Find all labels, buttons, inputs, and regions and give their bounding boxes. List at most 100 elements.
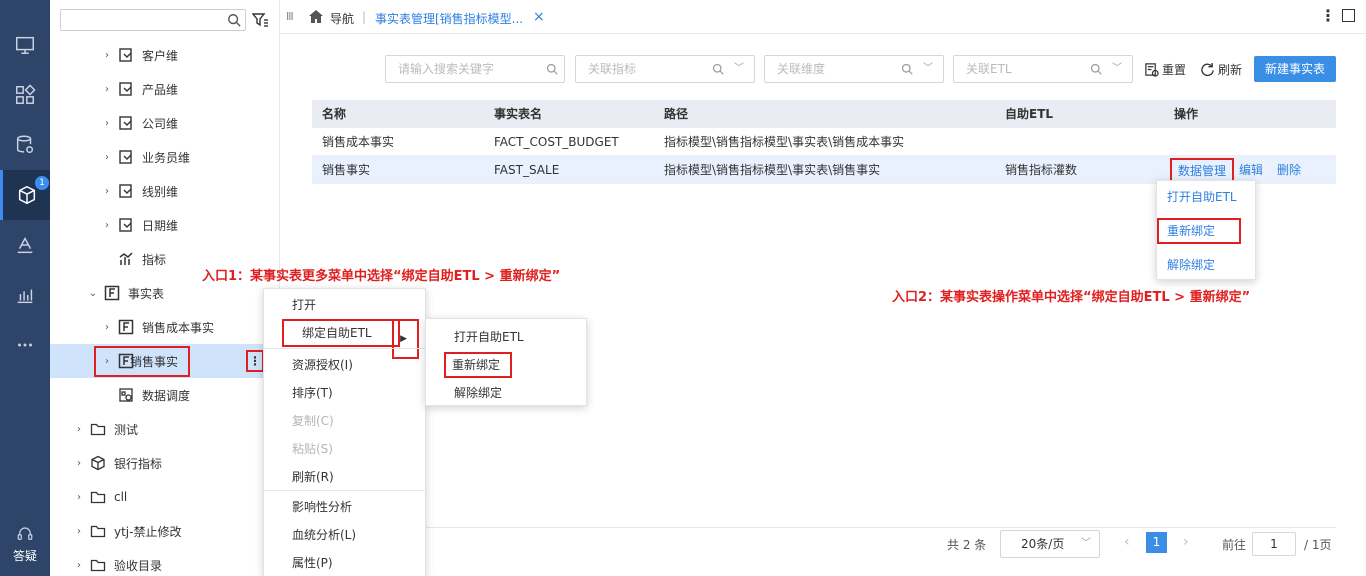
tree-item-label: 销售成本事实 <box>142 320 215 335</box>
prev-page-button[interactable]: ‹ <box>1124 534 1130 550</box>
dimension-select[interactable]: 关联维度 ﹀ <box>764 55 944 83</box>
menu-item-paste: 粘贴(S) <box>292 442 333 456</box>
tree-item-label: 公司维 <box>142 116 179 131</box>
tree-item[interactable]: › 验收目录 <box>50 548 279 576</box>
search-icon[interactable] <box>227 13 241 27</box>
search-icon[interactable] <box>546 63 558 75</box>
fact-table-icon <box>118 319 134 335</box>
chevron-down-icon: ﹀ <box>734 63 744 74</box>
tree-search-input[interactable] <box>60 9 246 31</box>
tree-item[interactable]: › 日期维 <box>50 208 279 242</box>
chevron-icon[interactable]: › <box>102 50 112 61</box>
chevron-icon[interactable]: › <box>102 322 112 333</box>
chevron-icon[interactable]: › <box>102 152 112 163</box>
table-header: 名称 事实表名 路径 自助ETL 操作 <box>312 100 1336 128</box>
tree-item-label: 事实表 <box>128 286 165 301</box>
tree-item[interactable]: › cll <box>50 480 279 514</box>
indicator-icon <box>118 251 134 267</box>
indicator-select[interactable]: 关联指标 ﹀ <box>575 55 755 83</box>
column-header: 操作 <box>1174 107 1199 121</box>
chevron-icon[interactable]: › <box>74 492 84 503</box>
tree-item[interactable]: › 公司维 <box>50 106 279 140</box>
menu-item-authorize[interactable]: 资源授权(I) <box>264 351 425 379</box>
chevron-icon[interactable]: › <box>102 186 112 197</box>
new-fact-table-button[interactable]: 新建事实表 <box>1254 56 1336 82</box>
tree-item-label: 银行指标 <box>114 456 163 471</box>
monitor-icon[interactable] <box>0 20 50 70</box>
chevron-icon[interactable]: › <box>74 560 84 571</box>
dashboard-icon[interactable] <box>0 70 50 120</box>
page-size-select[interactable]: 20条/页 ﹀ <box>1000 530 1100 558</box>
menu-item-lineage-analysis[interactable]: 血统分析(L) <box>264 521 425 549</box>
menu-item-open[interactable]: 打开 <box>264 291 425 319</box>
tree-item[interactable]: › 客户维 <box>50 38 279 72</box>
chevron-icon[interactable]: › <box>102 118 112 129</box>
chevron-icon[interactable]: › <box>74 424 84 435</box>
delete-link[interactable]: 删除 <box>1277 156 1301 184</box>
dimension-icon <box>118 81 134 97</box>
bar-chart-icon[interactable] <box>0 270 50 320</box>
menu-item-refresh[interactable]: 刷新(R) <box>264 463 425 491</box>
chevron-icon[interactable]: › <box>74 458 84 469</box>
tree-item[interactable]: › ytj-禁止修改 <box>50 514 279 548</box>
dimension-icon <box>118 183 134 199</box>
tree-item[interactable]: › 销售成本事实 <box>50 310 279 344</box>
etl-select[interactable]: 关联ETL ﹀ <box>953 55 1133 83</box>
chevron-icon[interactable]: ⌄ <box>88 288 98 299</box>
tree-item[interactable]: › 银行指标 <box>50 446 279 480</box>
home-icon[interactable] <box>308 9 324 25</box>
more-options-icon[interactable]: ⋮ <box>246 350 264 372</box>
dimension-icon <box>118 149 134 165</box>
menu-item-rebind[interactable]: 重新绑定 <box>1157 217 1255 245</box>
cube-icon[interactable]: 1 <box>0 170 50 220</box>
close-tab-icon[interactable]: × <box>533 9 545 25</box>
next-page-button[interactable]: › <box>1183 534 1189 550</box>
grip-icon[interactable]: III <box>286 10 294 23</box>
layers-icon[interactable] <box>0 220 50 270</box>
tree-item-label: cll <box>114 490 128 504</box>
more-horizontal-icon[interactable] <box>0 320 50 370</box>
filter-icon[interactable] <box>252 12 268 28</box>
page-number-current[interactable]: 1 <box>1146 532 1167 553</box>
chevron-icon[interactable]: › <box>74 526 84 537</box>
database-icon[interactable] <box>0 120 50 170</box>
menu-item-sort[interactable]: 排序(T) <box>264 379 425 407</box>
menu-item-unbind[interactable]: 解除绑定 <box>1157 251 1255 279</box>
tab-fact-table-mgmt[interactable]: 事实表管理[销售指标模型... <box>375 10 523 27</box>
folder-icon <box>90 489 106 505</box>
menu-item-impact-analysis[interactable]: 影响性分析 <box>264 493 425 521</box>
reset-button[interactable]: 重置 <box>1144 61 1186 78</box>
search-icon <box>712 63 724 75</box>
tree-item[interactable]: › 销售事实 ⋮ <box>50 344 279 378</box>
goto-page-input[interactable]: 1 <box>1252 532 1296 556</box>
maximize-icon[interactable] <box>1342 9 1355 22</box>
submenu-item-unbind[interactable]: 解除绑定 <box>426 379 586 407</box>
help-button[interactable]: 答疑 <box>0 525 50 564</box>
tree-item-label: 产品维 <box>142 82 179 97</box>
table-row[interactable]: 销售成本事实 FACT_COST_BUDGET 指标模型\销售指标模型\事实表\… <box>312 128 1336 156</box>
tree-item-label: 线别维 <box>142 184 179 199</box>
dimension-icon <box>118 217 134 233</box>
chevron-down-icon: ﹀ <box>1081 538 1091 549</box>
tree-item[interactable]: › 业务员维 <box>50 140 279 174</box>
menu-item-properties[interactable]: 属性(P) <box>264 549 425 576</box>
goto-label: 前往 <box>1222 538 1247 552</box>
schedule-icon <box>118 387 134 403</box>
tree-item[interactable]: › 线别维 <box>50 174 279 208</box>
menu-item-open-etl[interactable]: 打开自助ETL <box>1157 183 1255 211</box>
tree-item[interactable]: › 产品维 <box>50 72 279 106</box>
refresh-button[interactable]: 刷新 <box>1200 61 1242 78</box>
headset-icon <box>17 527 33 540</box>
chevron-icon[interactable]: › <box>102 220 112 231</box>
submenu-item-rebind[interactable]: 重新绑定 <box>426 351 586 379</box>
search-input[interactable]: 请输入搜索关键字 <box>385 55 565 83</box>
menu-item-bind-etl[interactable]: 绑定自助ETL ▶ <box>264 319 425 359</box>
more-vertical-icon[interactable]: ⋮ <box>1320 6 1336 25</box>
tree-item[interactable]: › 测试 <box>50 412 279 446</box>
tree-item[interactable]: 数据调度 <box>50 378 279 412</box>
nav-link[interactable]: 导航 <box>330 10 354 27</box>
folder-icon <box>90 557 106 573</box>
bind-etl-submenu: 打开自助ETL 重新绑定 解除绑定 <box>425 318 587 406</box>
submenu-item-open-etl[interactable]: 打开自助ETL <box>426 323 586 351</box>
chevron-icon[interactable]: › <box>102 84 112 95</box>
